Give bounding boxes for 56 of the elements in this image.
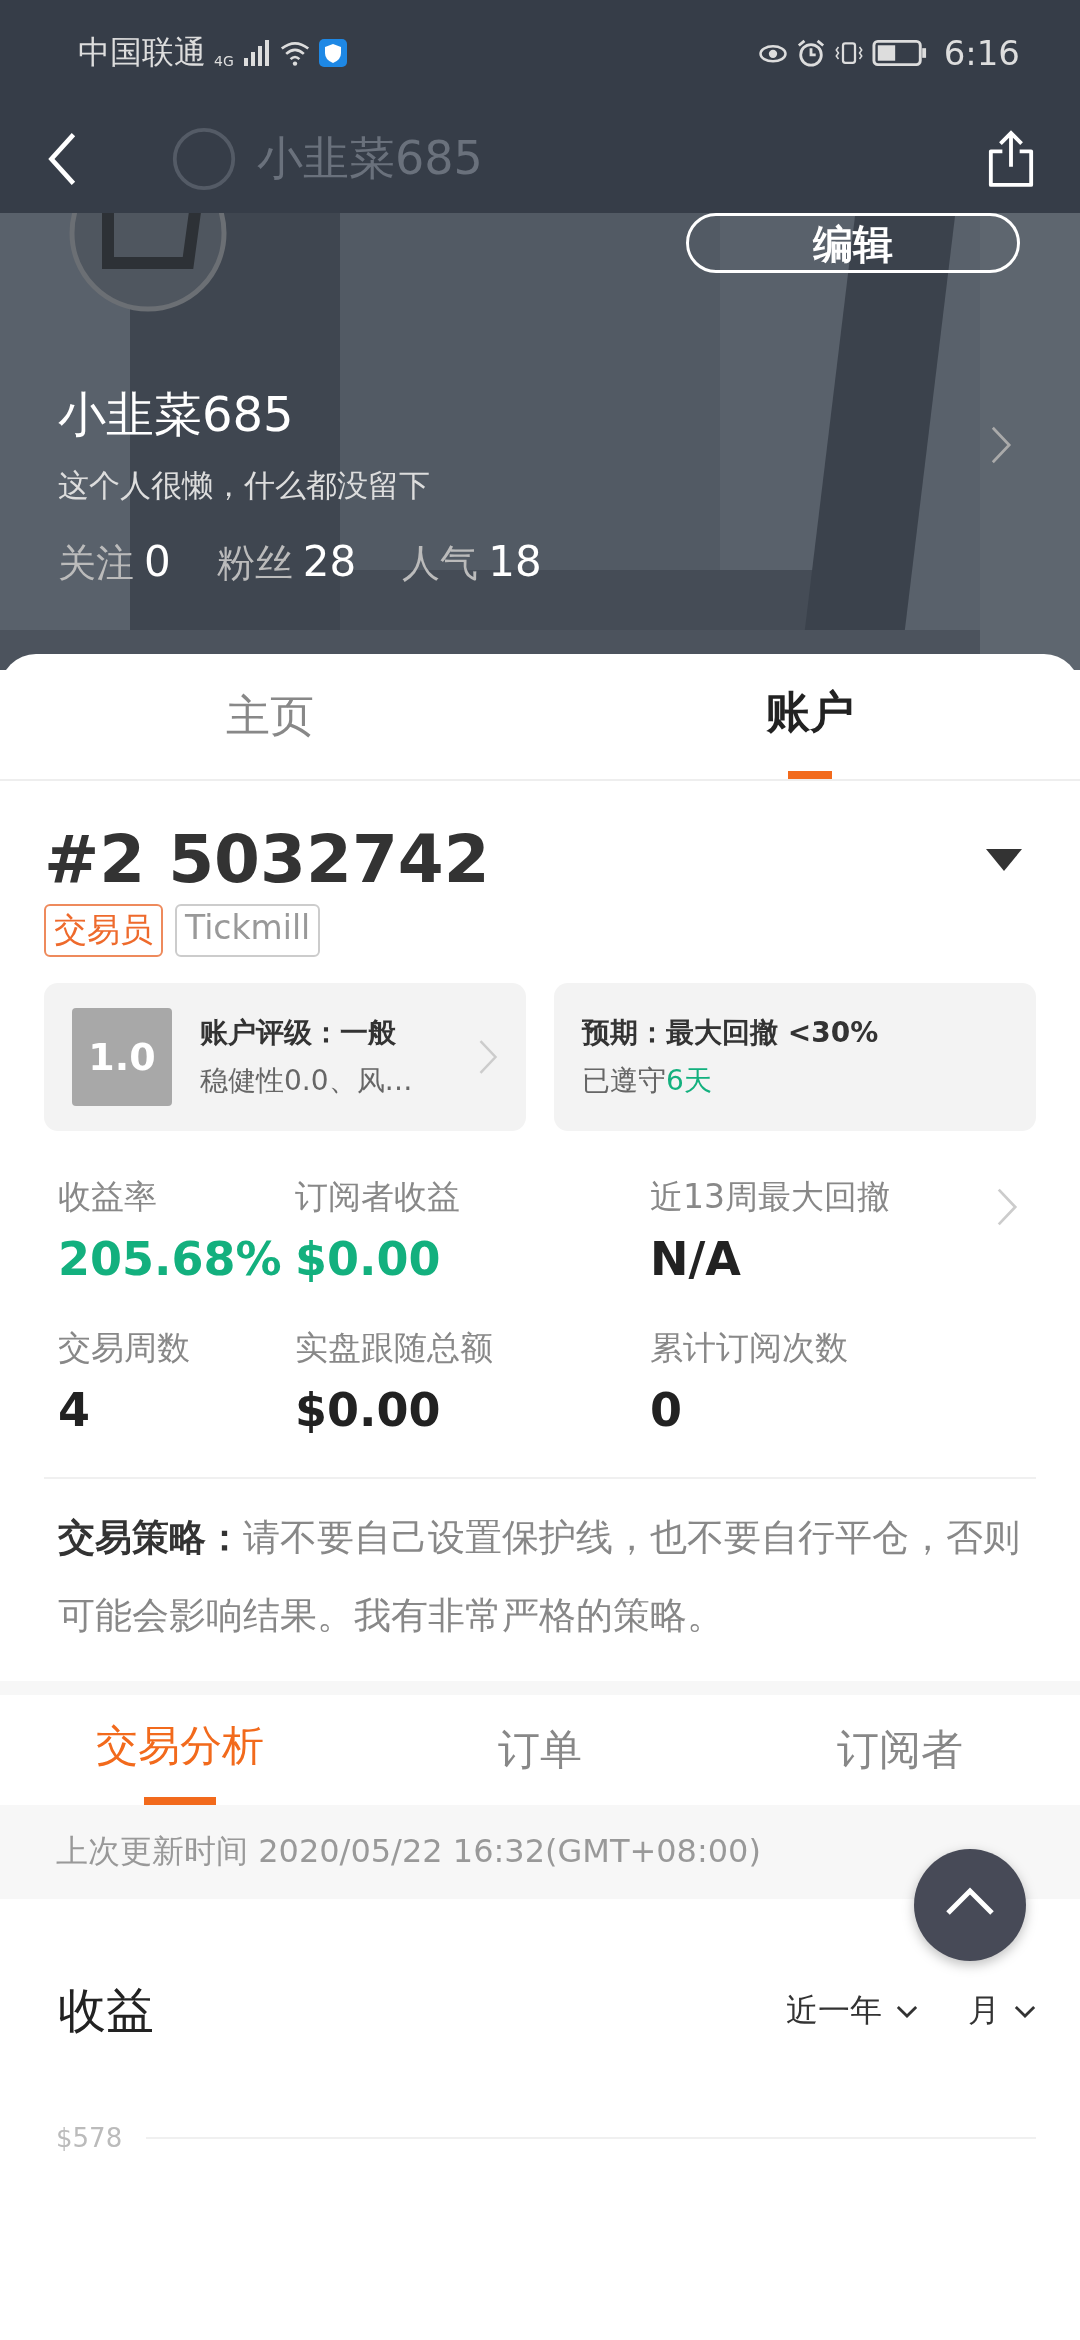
account-number: #2 5032742 <box>44 821 490 898</box>
battery-icon <box>871 37 928 68</box>
expectation-detail: 已遵守6天 <box>582 1063 713 1099</box>
chevron-down-icon <box>1014 2004 1036 2018</box>
stat-value: 18 <box>488 537 542 586</box>
metric-label: 订阅者收益 <box>295 1176 461 1218</box>
dropdown-icon[interactable] <box>986 848 1022 871</box>
clock-time: 6:16 <box>943 32 1020 73</box>
scroll-top-button[interactable] <box>914 1849 1026 1961</box>
share-icon[interactable] <box>987 128 1035 190</box>
axis-label: $578 <box>56 2123 123 2153</box>
metric-label: 实盘跟随总额 <box>295 1327 494 1369</box>
metric-label: 交易周数 <box>58 1327 191 1369</box>
stat-label: 粉丝 <box>216 540 293 587</box>
signal-icon <box>241 37 272 68</box>
metric-value: $0.00 <box>295 1383 442 1437</box>
shield-icon <box>317 37 348 68</box>
metric-value: 205.68% <box>58 1232 283 1286</box>
avatar-icon <box>171 126 237 192</box>
rating-title: 账户评级：一般 <box>200 1015 397 1051</box>
metric-label: 累计订阅次数 <box>650 1327 849 1369</box>
chevron-right-icon[interactable] <box>990 425 1012 465</box>
metric-label: 收益率 <box>58 1176 158 1218</box>
rating-detail: 稳健性0.0、风… <box>200 1063 414 1099</box>
profile-bio: 这个人很懒，什么都没留下 <box>58 466 431 505</box>
alarm-icon <box>795 37 826 68</box>
update-time: 上次更新时间 2020/05/22 16:32(GMT+08:00) <box>0 1805 1080 1899</box>
profile-name: 小韭菜685 <box>58 385 295 444</box>
tab[interactable]: 订阅者 <box>720 1695 1080 1805</box>
stat-label: 人气 <box>402 540 479 587</box>
filter-dropdown[interactable]: 近一年 <box>786 1989 918 2033</box>
metric-label: 近13周最大回撤 <box>650 1176 891 1218</box>
filter-dropdown[interactable]: 月 <box>968 1989 1036 2033</box>
network-type: 4G <box>214 52 234 69</box>
stat-label: 关注 <box>58 540 134 587</box>
metric-value: $0.00 <box>295 1232 442 1286</box>
metric-value: 4 <box>58 1383 91 1437</box>
expectation-title: 预期：最大回撤 <30% <box>582 1015 880 1051</box>
chevron-down-icon <box>896 2004 918 2018</box>
chevron-right-icon <box>478 1037 498 1077</box>
stat-value: 0 <box>144 537 171 586</box>
rating-card[interactable]: 1.0 账户评级：一般 稳健性0.0、风… <box>44 983 526 1131</box>
carrier-name: 中国联通 <box>78 31 206 73</box>
account-tag: Tickmill <box>175 904 321 957</box>
account-tag: 交易员 <box>44 904 163 957</box>
edit-button[interactable]: 编辑 <box>686 213 1020 273</box>
rating-score: 1.0 <box>72 1008 172 1106</box>
metric-value: 0 <box>650 1383 683 1437</box>
stat-value: 28 <box>302 537 357 586</box>
tab[interactable]: 账户 <box>540 654 1080 779</box>
metric-value: N/A <box>650 1232 742 1286</box>
strategy-text: 交易策略：请不要自己设置保护线，也不要自行平仓，否则可能会影响结果。我有非常严格的策略。 <box>57 1515 1021 1639</box>
avatar-icon <box>68 213 228 313</box>
section-title: 收益 <box>58 1981 155 2040</box>
tab[interactable]: 订单 <box>360 1695 720 1805</box>
tab[interactable]: 主页 <box>0 654 540 779</box>
